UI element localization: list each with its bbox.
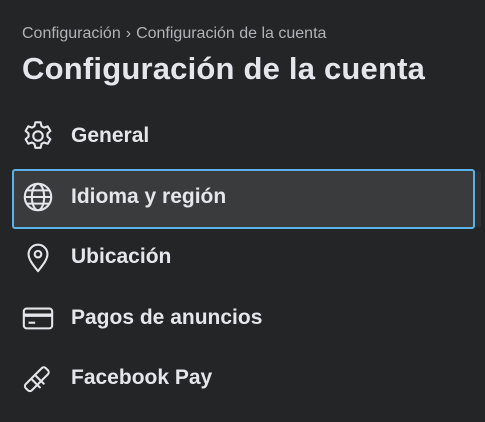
menu-item-label: Ubicación	[71, 245, 172, 269]
credit-card-icon	[20, 300, 56, 336]
breadcrumb: Configuración › Configuración de la cuenta	[22, 25, 326, 43]
location-pin-icon	[20, 239, 56, 275]
menu-item-label: Pagos de anuncios	[71, 305, 263, 329]
globe-icon	[20, 179, 56, 215]
menu-item-label: Idioma y región	[71, 184, 227, 208]
breadcrumb-settings-link[interactable]: Configuración	[22, 25, 121, 42]
settings-panel: Configuración › Configuración de la cuenta…	[0, 0, 485, 422]
menu-item-label: General	[71, 124, 150, 148]
settings-menu: General Idioma y región Ubicación Pagos …	[0, 106, 485, 409]
menu-item-language-region[interactable]: Idioma y región	[0, 167, 485, 228]
menu-item-facebook-pay[interactable]: Facebook Pay	[0, 348, 485, 409]
breadcrumb-current: Configuración de la cuenta	[136, 25, 327, 42]
menu-item-ad-payments[interactable]: Pagos de anuncios	[0, 288, 485, 349]
gear-icon	[20, 118, 56, 154]
menu-item-general[interactable]: General	[0, 106, 485, 167]
menu-item-label: Facebook Pay	[71, 366, 213, 390]
breadcrumb-separator: ›	[125, 25, 132, 42]
page-title: Configuración de la cuenta	[22, 51, 426, 86]
payment-card-icon	[20, 360, 56, 396]
menu-item-location[interactable]: Ubicación	[0, 227, 485, 288]
